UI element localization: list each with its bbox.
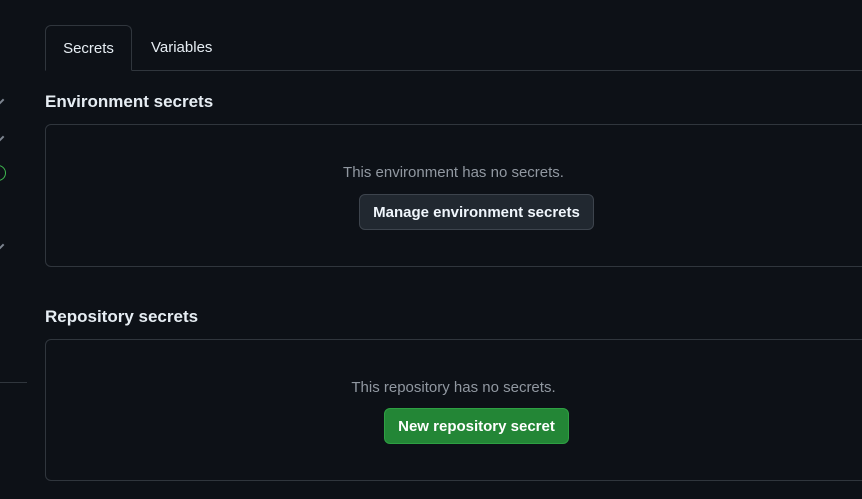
manage-environment-secrets-button[interactable]: Manage environment secrets	[359, 194, 594, 230]
secrets-and-variables-page: Secrets Variables Environment secrets Th…	[0, 0, 862, 499]
new-repository-secret-button[interactable]: New repository secret	[384, 408, 569, 444]
repository-secrets-title: Repository secrets	[45, 307, 199, 326]
environment-secrets-title: Environment secrets	[45, 92, 214, 111]
check-icon	[0, 98, 5, 106]
repository-secrets-empty-message: This repository has no secrets.	[351, 379, 556, 396]
tab-secrets[interactable]: Secrets	[45, 25, 132, 71]
tab-variables[interactable]: Variables	[134, 25, 229, 70]
environment-secrets-empty-message: This environment has no secrets.	[343, 164, 564, 181]
check-icon	[0, 135, 5, 143]
check-icon	[0, 243, 5, 251]
tab-bar: Secrets Variables	[45, 25, 862, 71]
